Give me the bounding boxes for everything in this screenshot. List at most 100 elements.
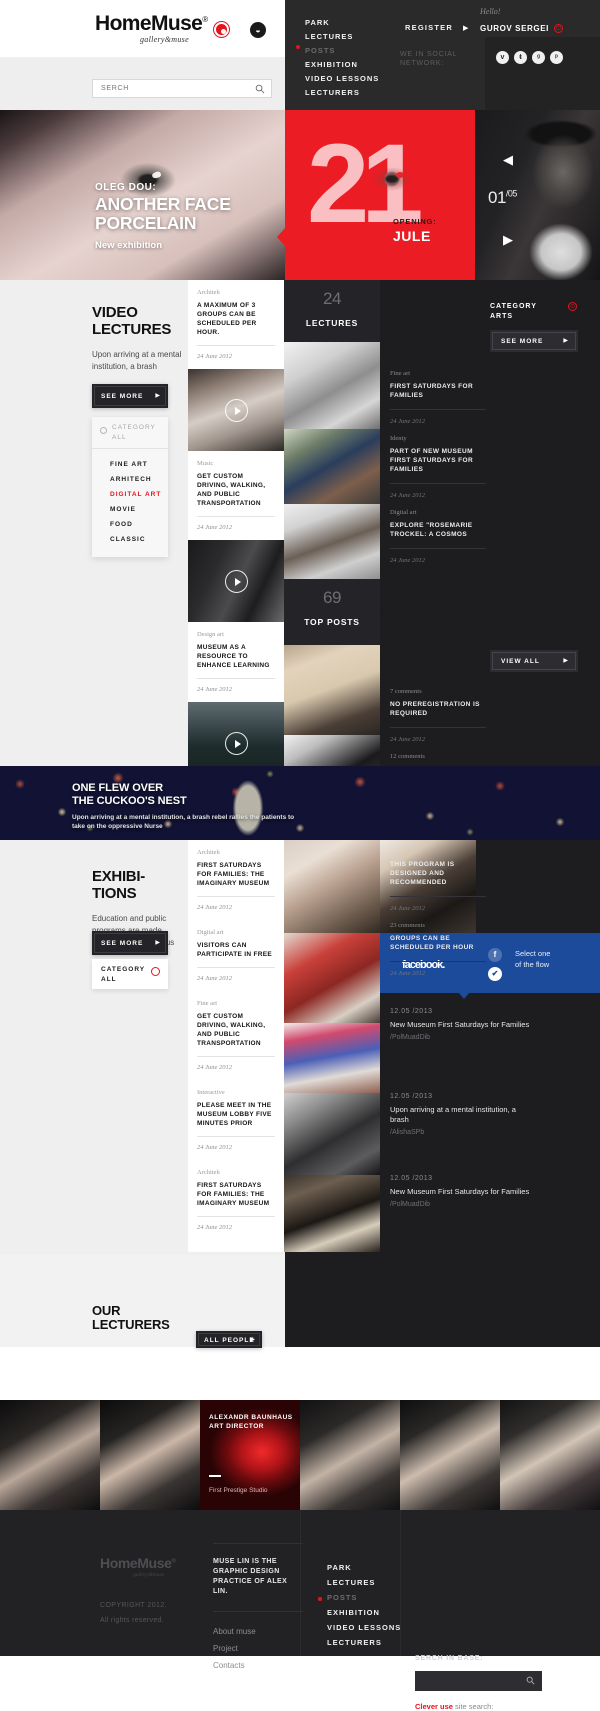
- vl-category-movie[interactable]: MOVIE: [92, 502, 168, 517]
- vl-side-see-more-button[interactable]: SEE MORE ▶: [490, 330, 578, 352]
- gallery-image-portrait[interactable]: [284, 429, 380, 504]
- register-button[interactable]: REGISTER ▶: [405, 17, 468, 35]
- post-date: 24 June 2012: [390, 409, 486, 435]
- news-title: A MAXIMUM OF 3 GROUPS CAN BE SCHEDULED P…: [197, 302, 257, 336]
- notch: [459, 993, 469, 999]
- vl-category-classic[interactable]: CLASSIC: [92, 532, 168, 547]
- news-category: Interactive: [197, 1089, 225, 1096]
- footer-nav-exhibition[interactable]: EXHIBITION: [327, 1605, 401, 1620]
- lecturer-photo-6[interactable]: [500, 1400, 600, 1510]
- all-people-button[interactable]: ALL PEOPLE ▶: [196, 1331, 262, 1348]
- chevron-right-icon: ▶: [155, 940, 160, 946]
- slider-prev-icon[interactable]: ◀: [503, 152, 513, 168]
- chevron-right-icon: ▶: [250, 1337, 255, 1343]
- search-icon[interactable]: [526, 1676, 535, 1685]
- post-title: PART OF NEW MUSEUM FIRST SATURDAYS FOR F…: [390, 448, 474, 473]
- nav-item-posts[interactable]: POSTS: [295, 40, 379, 55]
- news-card[interactable]: Interactive PLEASE MEET IN THE MUSEUM LO…: [188, 1080, 284, 1160]
- lecturers-section: OUR LECTURERS ALL PEOPLE ▶: [0, 1255, 600, 1400]
- search-input[interactable]: [101, 80, 251, 97]
- featured-film-banner[interactable]: ONE FLEW OVER THE CUCKOO'S NEST Upon arr…: [0, 766, 600, 840]
- user-account[interactable]: Hello! GUROV SERGEI ⏻: [480, 7, 563, 36]
- vl-see-more-button[interactable]: SEE MORE ▶: [92, 384, 168, 408]
- feed-post[interactable]: 12.05 /2013 New Museum First Saturdays f…: [380, 1008, 530, 1041]
- footer-rights: All rights reserved.: [100, 1617, 164, 1624]
- lecturer-photo-5[interactable]: [400, 1400, 500, 1510]
- slider-next-icon[interactable]: ▶: [503, 232, 513, 248]
- nav-item-lectures[interactable]: LECTURES: [305, 26, 379, 41]
- target-icon[interactable]: ⊙: [568, 302, 577, 311]
- feed-post[interactable]: 12.05 /2013 New Museum First Saturdays f…: [380, 1175, 530, 1208]
- vl-category-header[interactable]: CATEGORY ALL: [92, 417, 168, 449]
- ex-category-selector[interactable]: CATEGORY ALL: [92, 959, 168, 989]
- news-card[interactable]: Digital art VISITORS CAN PARTICIPATE IN …: [188, 920, 284, 991]
- news-category: Architeh: [197, 849, 220, 856]
- lecturer-photo-2[interactable]: [100, 1400, 200, 1510]
- gallery-image-abstract[interactable]: [284, 1023, 380, 1093]
- gallery-image-woman[interactable]: [284, 840, 380, 933]
- feed-text: New Museum First Saturdays for Families: [390, 1020, 530, 1029]
- feed-post[interactable]: 12.05 /2013 Upon arriving at a mental in…: [380, 1093, 530, 1136]
- news-card[interactable]: Architeh FIRST SATURDAYS FOR FAMILIES: T…: [188, 840, 284, 920]
- footer-nav-park[interactable]: PARK: [327, 1560, 401, 1575]
- stat-label: LECTURES: [305, 318, 359, 328]
- news-card[interactable]: Architeh A MAXIMUM OF 3 GROUPS CAN BE SC…: [188, 280, 284, 369]
- vl-category-digital-art[interactable]: DIGITAL ART: [92, 487, 168, 502]
- vl-category-arhitech[interactable]: ARHITECH: [92, 472, 168, 487]
- gallery-image-room[interactable]: [284, 1175, 380, 1252]
- footer-nav-lectures[interactable]: LECTURES: [327, 1575, 401, 1590]
- footer-link-project[interactable]: Project: [213, 1640, 303, 1657]
- video-thumbnail[interactable]: [188, 540, 284, 622]
- lecturer-featured-card[interactable]: ALEXANDR BAUNHAUS ART DIRECTOR First Pre…: [200, 1400, 300, 1510]
- social-icon-vk[interactable]: ᴠ: [496, 51, 509, 64]
- news-card[interactable]: Fine art GET CUSTOM DRIVING, WALKING, AN…: [188, 991, 284, 1080]
- post-category: Identy: [390, 435, 407, 442]
- footer-search-input[interactable]: [422, 1671, 522, 1691]
- footer-nav-posts[interactable]: POSTS: [317, 1590, 401, 1605]
- footer-search-box[interactable]: [415, 1671, 542, 1691]
- header-search[interactable]: [92, 79, 272, 98]
- feed-date: 12.05 /2013: [390, 1093, 433, 1100]
- hero-next-preview[interactable]: ◀ 01/05 ▶: [475, 110, 600, 280]
- nav-item-lecturers[interactable]: LECTURERS: [305, 82, 379, 97]
- header-right: PARK LECTURES POSTS EXHIBITION VIDEO LES…: [285, 0, 600, 110]
- power-logout-icon[interactable]: ⏻: [554, 24, 563, 33]
- footer-nav-lecturers[interactable]: LECTURERS: [327, 1635, 401, 1650]
- chevron-right-icon: ▶: [563, 658, 568, 664]
- gallery-image-hand[interactable]: [284, 342, 380, 429]
- vl-category-food[interactable]: FOOD: [92, 517, 168, 532]
- video-thumbnail[interactable]: [188, 369, 284, 451]
- lecturer-photo-4[interactable]: [300, 1400, 400, 1510]
- mute-badge-icon[interactable]: ◒: [250, 22, 266, 38]
- lecturer-photo-1[interactable]: [0, 1400, 100, 1510]
- play-icon[interactable]: [225, 732, 248, 755]
- ex-see-more-button[interactable]: SEE MORE ▶: [92, 931, 168, 955]
- nav-item-exhibition[interactable]: EXHIBITION: [305, 54, 379, 69]
- logo-area[interactable]: HomeMuse® gallery&muse ◒: [0, 0, 285, 57]
- nav-item-park[interactable]: PARK: [305, 12, 379, 27]
- news-card[interactable]: Design art MUSEUM AS A RESOURCE TO ENHAN…: [188, 622, 284, 702]
- news-card[interactable]: Architeh FIRST SATURDAYS FOR FAMILIES: T…: [188, 1160, 284, 1240]
- social-icon-twitter[interactable]: ᵵ: [514, 51, 527, 64]
- dark-post[interactable]: 7 comments NO PREREGISTRATION IS REQUIRE…: [380, 688, 500, 753]
- dark-post[interactable]: THIS PROGRAM IS DESIGNED AND RECOMMENDED…: [380, 860, 500, 987]
- footer-link-about[interactable]: About muse: [213, 1623, 303, 1640]
- play-icon[interactable]: [225, 570, 248, 593]
- vl-view-all-button[interactable]: VIEW ALL ▶: [490, 650, 578, 672]
- vl-category-fine-art[interactable]: FINE ART: [92, 457, 168, 472]
- play-icon[interactable]: [225, 399, 248, 422]
- footer-link-contacts[interactable]: Contacts: [213, 1657, 303, 1674]
- footer-nav-video-lessons[interactable]: VIDEO LESSONS: [327, 1620, 401, 1635]
- social-icon-pinterest[interactable]: ᵖ: [550, 51, 563, 64]
- nav-item-video-lessons[interactable]: VIDEO LESSONS: [305, 68, 379, 83]
- gallery-image-red-sculpture[interactable]: [284, 933, 380, 1023]
- gallery-image-man-smoke[interactable]: [284, 1093, 380, 1175]
- dark-post[interactable]: Digital art EXPLORE "ROSEMARIE TROCKEL: …: [380, 509, 500, 574]
- social-icon-google[interactable]: ᵍ: [532, 51, 545, 64]
- gallery-image-desk[interactable]: [284, 504, 380, 579]
- dark-post[interactable]: Fine art FIRST SATURDAYS FOR FAMILIES 24…: [380, 370, 500, 435]
- gallery-image-sunglasses[interactable]: [284, 645, 380, 735]
- news-card[interactable]: Music GET CUSTOM DRIVING, WALKING, AND P…: [188, 451, 284, 540]
- dark-post[interactable]: Identy PART OF NEW MUSEUM FIRST SATURDAY…: [380, 435, 500, 509]
- record-dot-icon[interactable]: [214, 22, 229, 37]
